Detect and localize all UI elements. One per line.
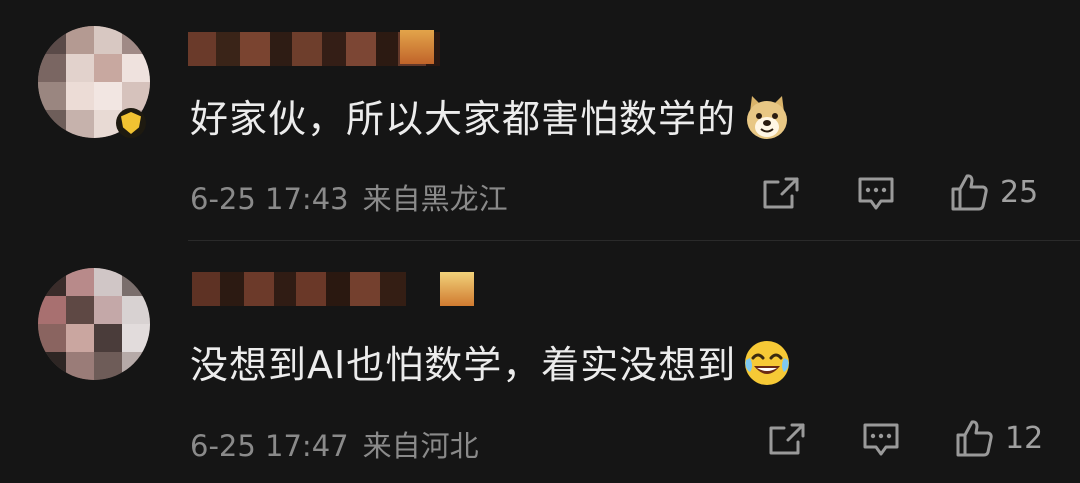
comment-text-content: 好家伙，所以大家都害怕数学的 — [190, 97, 737, 141]
share-icon — [769, 423, 805, 455]
comment-location: 来自河北 — [362, 429, 479, 463]
reply-button[interactable] — [857, 176, 895, 212]
thumbs-up-icon — [956, 420, 993, 457]
doge-emoji-icon — [742, 92, 792, 151]
comment-date: 6-25 17:43 — [190, 182, 349, 216]
comment-text: 好家伙，所以大家都害怕数学的 — [190, 88, 792, 151]
like-button[interactable]: 25 — [950, 172, 1038, 212]
username-blurred[interactable] — [192, 272, 406, 306]
share-button[interactable] — [768, 422, 806, 456]
like-count: 25 — [1000, 174, 1039, 210]
like-count: 12 — [1005, 420, 1044, 456]
comment-item: 好家伙，所以大家都害怕数学的 6-25 17:43 来自黑龙江 25 — [0, 0, 1080, 241]
comment-icon — [858, 177, 894, 210]
comment-meta: 6-25 17:47 来自河北 — [190, 423, 479, 465]
comment-location: 来自黑龙江 — [362, 182, 508, 216]
laughing-crying-emoji-icon — [742, 338, 792, 397]
comment-text-content: 没想到AI也怕数学，着实没想到 — [190, 343, 737, 387]
user-level-badge-icon — [400, 30, 434, 64]
comment-text: 没想到AI也怕数学，着实没想到 — [190, 334, 792, 397]
user-level-badge-icon — [440, 272, 474, 306]
avatar[interactable] — [38, 268, 150, 380]
share-button[interactable] — [762, 176, 800, 210]
comment-item: 没想到AI也怕数学，着实没想到 6-25 17:47 来自河北 12 — [0, 242, 1080, 483]
comment-date: 6-25 17:47 — [190, 429, 349, 463]
verified-badge-icon — [116, 108, 146, 138]
comment-icon — [863, 423, 899, 456]
comment-divider — [188, 240, 1080, 241]
comment-meta: 6-25 17:43 来自黑龙江 — [190, 176, 508, 218]
reply-button[interactable] — [862, 422, 900, 458]
share-icon — [763, 177, 799, 209]
like-button[interactable]: 12 — [955, 418, 1043, 458]
thumbs-up-icon — [951, 174, 988, 211]
